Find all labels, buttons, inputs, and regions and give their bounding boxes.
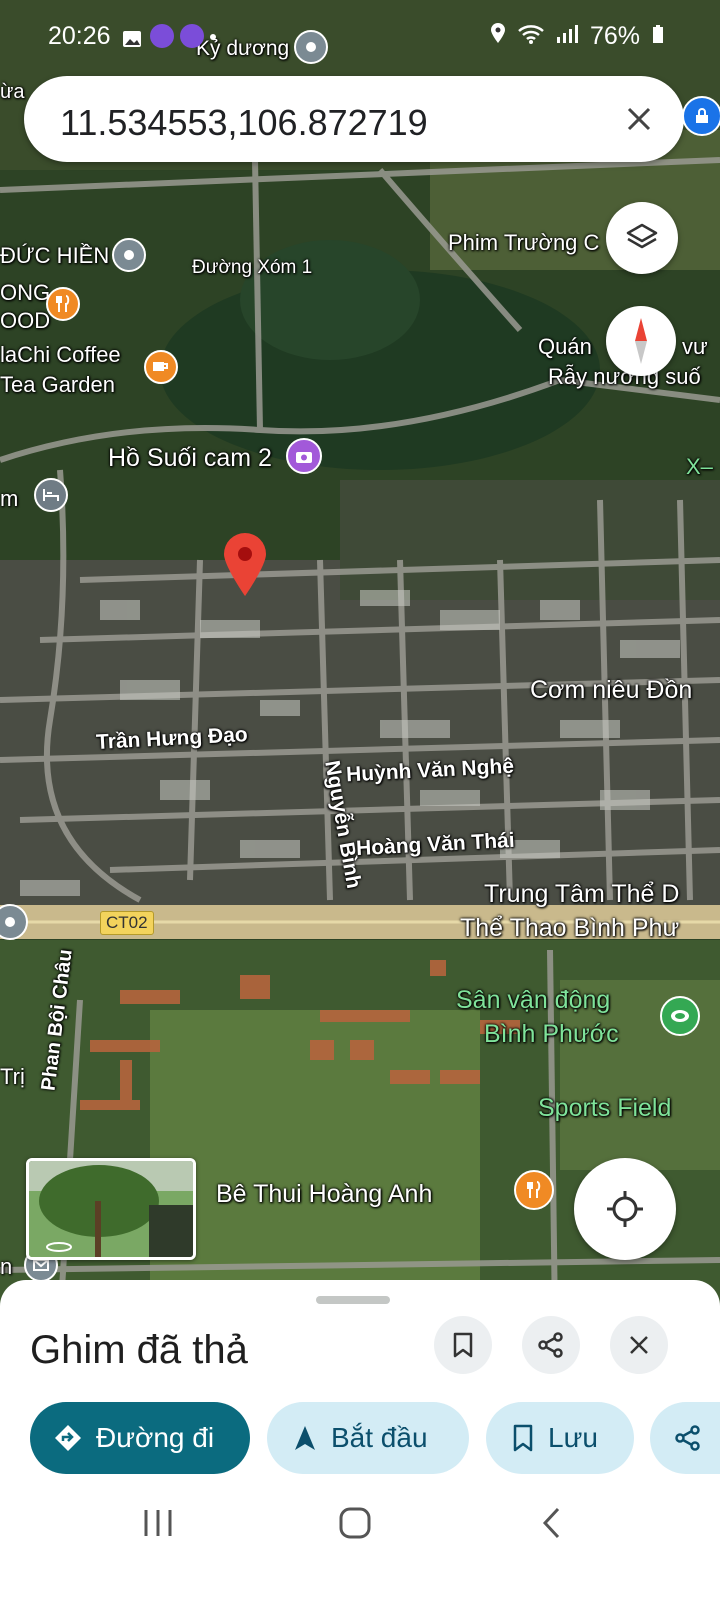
place-title: Ghim đã thả bbox=[30, 1328, 248, 1372]
cafe-icon[interactable] bbox=[144, 350, 178, 384]
clock: 20:26 bbox=[48, 22, 111, 50]
map-label: X– bbox=[686, 454, 713, 479]
navigation-arrow-icon bbox=[295, 1426, 315, 1450]
back-icon[interactable] bbox=[540, 1506, 564, 1540]
map-label[interactable]: Cơm niêu Đồn bbox=[530, 678, 692, 703]
share-icon bbox=[675, 1425, 700, 1451]
clear-search-button[interactable] bbox=[616, 96, 662, 142]
map-view[interactable]: Kỷ dương ừa ĐỨC HIỀN Đường Xóm 1 ONG OOD… bbox=[0, 0, 720, 1320]
battery-icon bbox=[652, 22, 664, 51]
satellite-imagery bbox=[0, 0, 720, 1320]
directions-icon bbox=[55, 1425, 81, 1451]
status-bar: 20:26 76% bbox=[0, 0, 720, 68]
street-view-image bbox=[29, 1161, 193, 1257]
save-label: Lưu bbox=[548, 1422, 598, 1453]
map-label[interactable]: Hồ Suối cam 2 bbox=[108, 446, 272, 471]
map-label[interactable]: Bình Phước bbox=[484, 1022, 619, 1047]
layers-icon bbox=[626, 223, 658, 249]
app-notification-icon bbox=[180, 24, 204, 48]
stadium-icon[interactable] bbox=[660, 996, 700, 1036]
map-label[interactable]: Sports Field bbox=[538, 1096, 671, 1121]
map-label[interactable]: OOD bbox=[0, 310, 50, 332]
highway-shield: CT02 bbox=[100, 911, 154, 935]
more-notifications-dot bbox=[210, 34, 216, 40]
map-label[interactable]: Bê Thui Hoàng Anh bbox=[216, 1182, 432, 1207]
map-label: ừa bbox=[0, 81, 25, 103]
compass-button[interactable] bbox=[606, 306, 676, 376]
app-notification-icon bbox=[150, 24, 174, 48]
map-label[interactable]: Phim Trường C bbox=[448, 232, 599, 254]
lock-icon[interactable] bbox=[682, 96, 720, 136]
start-button[interactable]: Bắt đầu bbox=[267, 1402, 469, 1474]
my-location-button[interactable] bbox=[574, 1158, 676, 1260]
map-label: m bbox=[0, 486, 19, 511]
crosshair-icon bbox=[607, 1191, 643, 1227]
recent-apps-icon[interactable] bbox=[142, 1508, 174, 1538]
directions-button[interactable]: Đường đi bbox=[30, 1402, 250, 1474]
lodging-icon[interactable] bbox=[34, 478, 68, 512]
location-icon bbox=[490, 22, 506, 51]
close-icon bbox=[627, 107, 651, 131]
place-pin-icon[interactable] bbox=[112, 238, 146, 272]
map-label[interactable]: Quán bbox=[538, 336, 592, 358]
map-label[interactable]: Sân vận động bbox=[456, 988, 610, 1013]
bookmark-icon bbox=[513, 1424, 533, 1452]
signal-icon bbox=[556, 22, 578, 51]
camera-icon[interactable] bbox=[286, 438, 322, 474]
map-label[interactable]: ĐỨC HIỀN bbox=[0, 245, 109, 267]
map-label[interactable]: laChi Coffee bbox=[0, 344, 121, 366]
save-button[interactable]: Lưu bbox=[486, 1402, 634, 1474]
wifi-icon bbox=[518, 22, 544, 51]
layers-button[interactable] bbox=[606, 202, 678, 274]
map-label[interactable]: Thể Thao Bình Phư bbox=[460, 916, 679, 941]
street-view-thumbnail[interactable] bbox=[26, 1158, 196, 1260]
map-label: Đường Xóm 1 bbox=[192, 257, 313, 278]
bookmark-icon bbox=[453, 1332, 473, 1358]
share-icon-button[interactable] bbox=[522, 1316, 580, 1374]
save-icon-button[interactable] bbox=[434, 1316, 492, 1374]
map-label[interactable]: Tea Garden bbox=[0, 374, 115, 396]
search-box[interactable]: 11.534553,106.872719 bbox=[24, 76, 684, 162]
map-label[interactable]: Trung Tâm Thể D bbox=[484, 882, 679, 907]
battery-level: 76% bbox=[589, 22, 640, 50]
map-label: Trị bbox=[0, 1064, 25, 1089]
start-label: Bắt đầu bbox=[331, 1422, 428, 1453]
close-sheet-button[interactable] bbox=[610, 1316, 668, 1374]
compass-icon bbox=[635, 318, 647, 364]
gallery-icon bbox=[122, 26, 142, 55]
close-icon bbox=[630, 1336, 648, 1354]
dropped-pin-icon[interactable] bbox=[222, 532, 268, 598]
directions-label: Đường đi bbox=[96, 1422, 215, 1453]
restaurant-icon[interactable] bbox=[46, 287, 80, 321]
map-label[interactable]: vư bbox=[682, 336, 708, 358]
share-button[interactable] bbox=[650, 1402, 720, 1474]
restaurant-icon[interactable] bbox=[514, 1170, 554, 1210]
home-icon[interactable] bbox=[338, 1506, 372, 1540]
map-label[interactable]: ONG bbox=[0, 282, 50, 304]
search-query[interactable]: 11.534553,106.872719 bbox=[60, 102, 428, 144]
system-nav-bar bbox=[0, 1490, 720, 1554]
drag-handle[interactable] bbox=[316, 1296, 390, 1304]
map-label: n bbox=[0, 1254, 13, 1279]
share-icon bbox=[538, 1332, 563, 1358]
